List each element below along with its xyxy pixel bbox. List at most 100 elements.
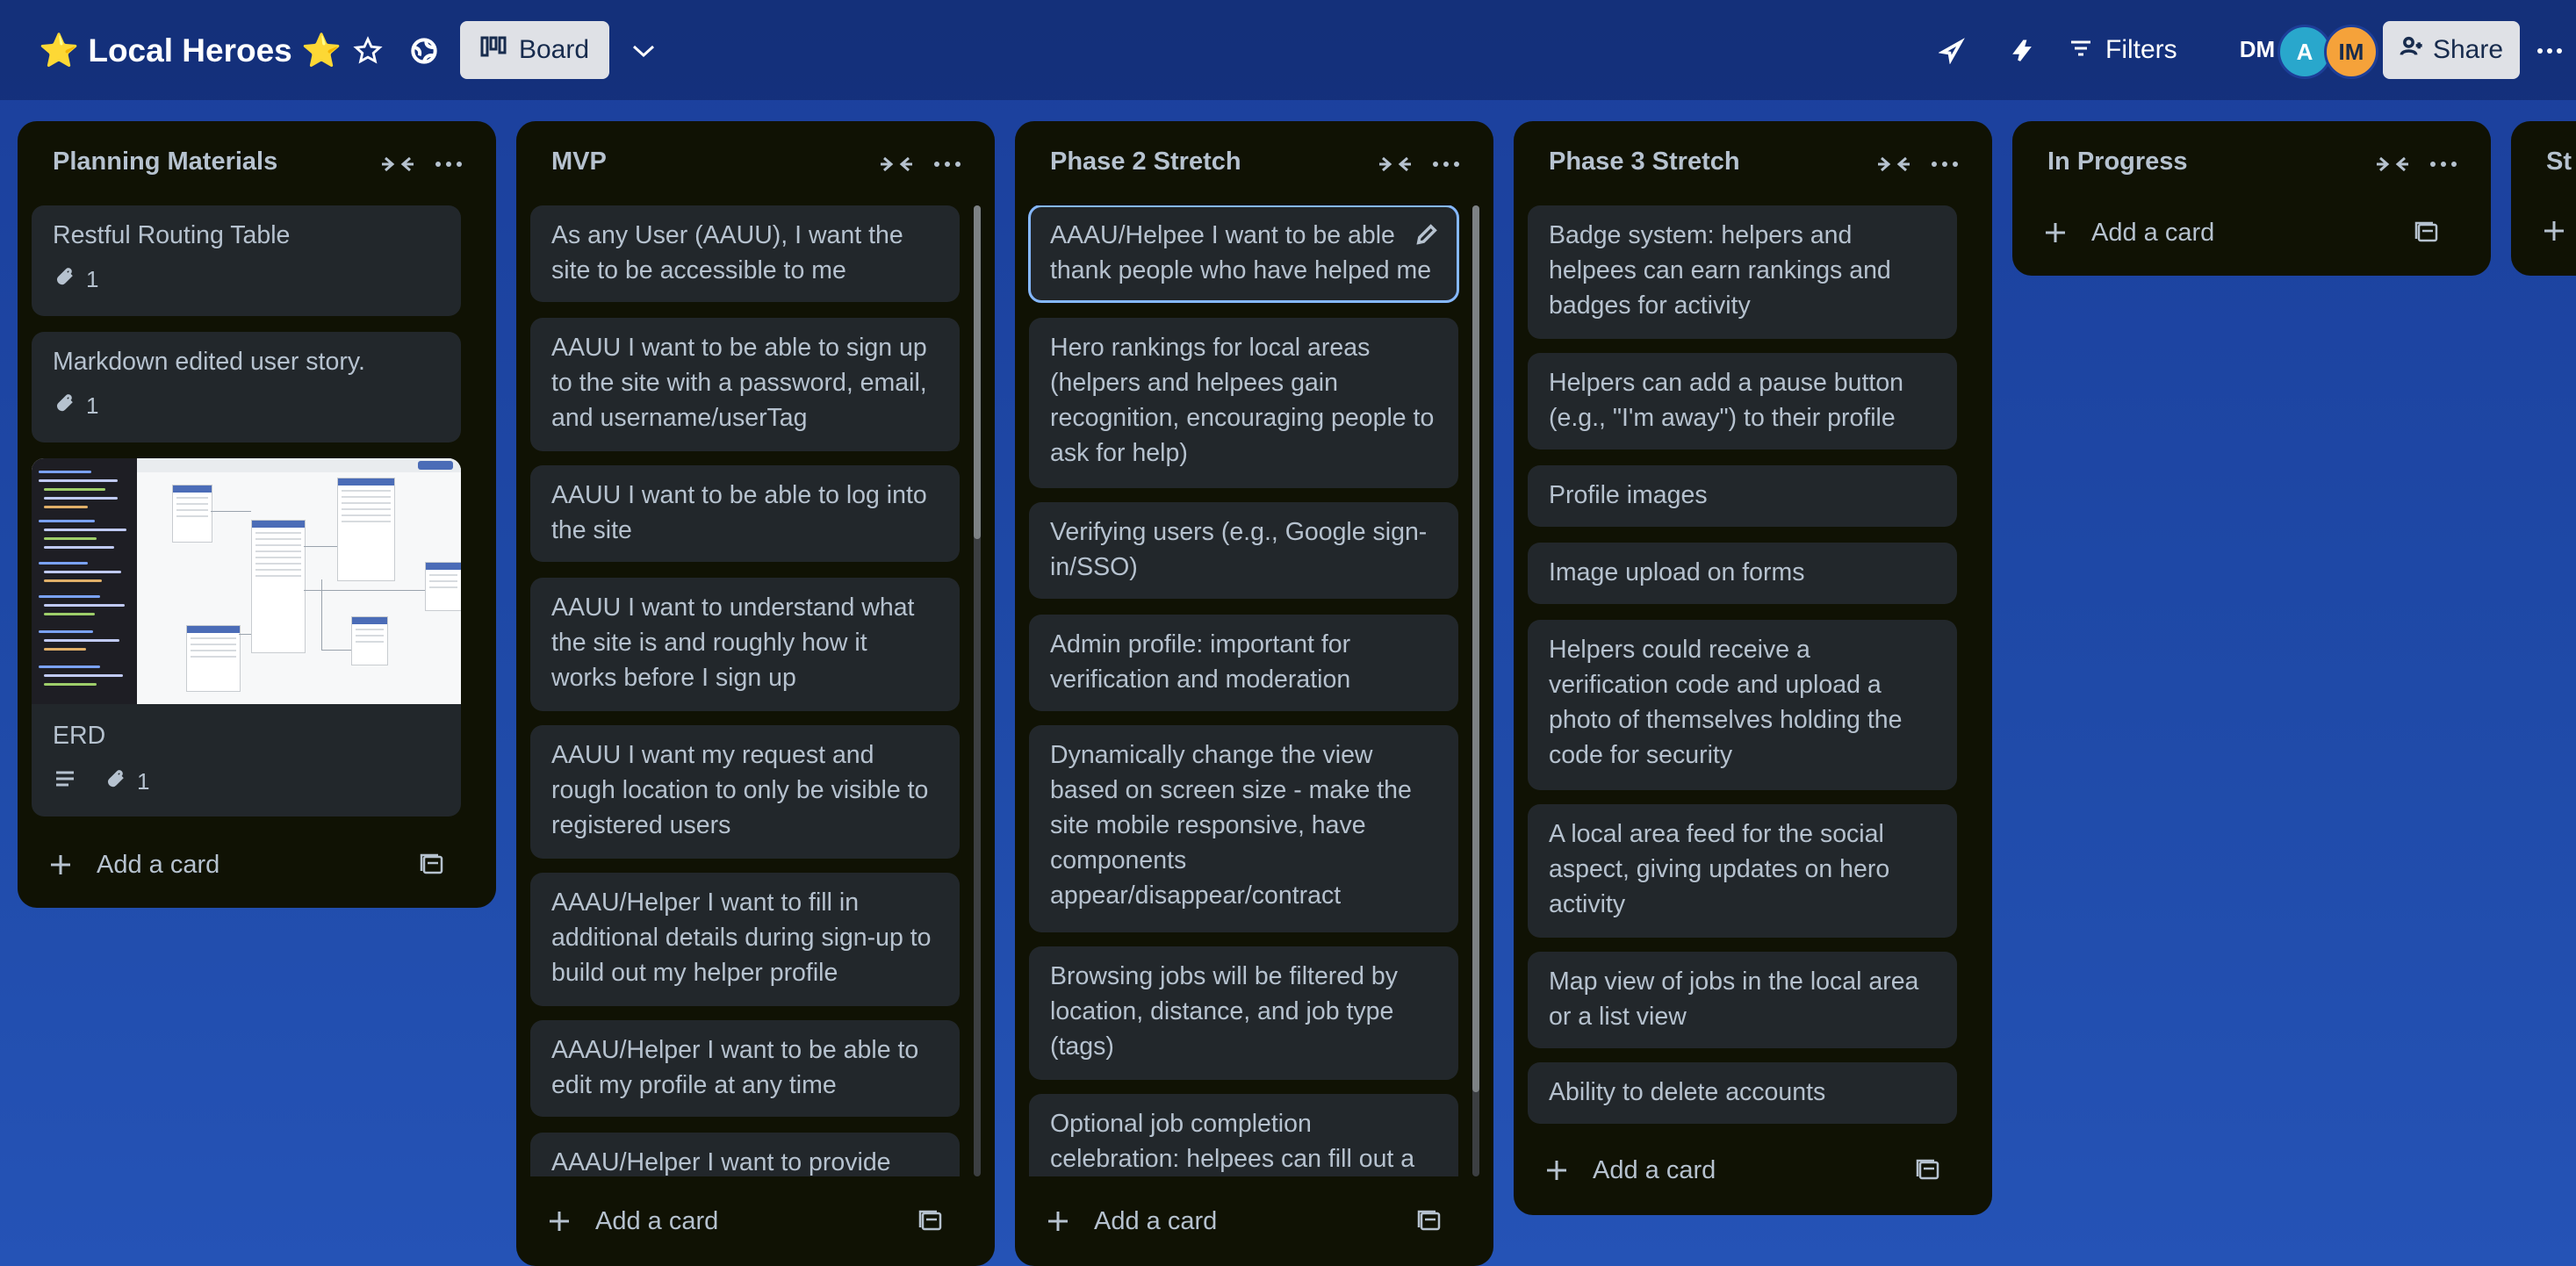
collapse-list-icon[interactable]	[1378, 149, 1413, 179]
list-menu-icon[interactable]	[1428, 149, 1464, 179]
card[interactable]: AAAU/Helper I want to provide	[530, 1133, 960, 1176]
card[interactable]: Badge system: helpers and helpees can ea…	[1528, 205, 1957, 339]
scrollbar-thumb[interactable]	[974, 205, 981, 539]
list-menu-icon[interactable]	[1927, 149, 1962, 179]
list-menu-icon[interactable]	[930, 149, 965, 179]
card-template-icon[interactable]	[419, 852, 447, 880]
card[interactable]: Hero rankings for local areas (helpers a…	[1029, 318, 1458, 488]
chevron-down-icon[interactable]	[622, 29, 666, 73]
card-title: Helpers can add a pause button (e.g., "I…	[1549, 369, 1904, 432]
board-view-button[interactable]: Board	[460, 21, 609, 79]
card[interactable]: Ability to delete accounts	[1528, 1062, 1957, 1124]
card-title: Admin profile: important for verificatio…	[1050, 630, 1351, 694]
card-title: Image upload on forms	[1549, 558, 1805, 586]
card[interactable]: AAUU I want my request and rough locatio…	[530, 725, 960, 859]
add-card-label: Add a card	[97, 850, 220, 879]
scrollbar[interactable]	[974, 205, 981, 1176]
list-header: Phase 2 Stretch	[1015, 121, 1493, 205]
list-planning-materials: Planning Materials Restful Routing Table…	[18, 121, 496, 908]
star-icon[interactable]	[346, 29, 390, 73]
card[interactable]: Profile images	[1528, 465, 1957, 527]
card[interactable]: AAUU I want to understand what the site …	[530, 578, 960, 711]
list-title[interactable]: MVP	[551, 147, 607, 176]
list-title[interactable]: Phase 2 Stretch	[1050, 147, 1241, 176]
card-with-cover[interactable]: ERD 1	[32, 458, 461, 816]
code-editor-thumbnail	[32, 458, 137, 704]
card[interactable]: Image upload on forms	[1528, 543, 1957, 604]
card[interactable]: Helpers could receive a verification cod…	[1528, 620, 1957, 790]
filter-icon	[2069, 35, 2093, 65]
card-title: Badge system: helpers and helpees can ea…	[1549, 221, 1891, 320]
collapse-list-icon[interactable]	[1876, 149, 1911, 179]
card[interactable]: Helpers can add a pause button (e.g., "I…	[1528, 353, 1957, 450]
card-title: AAAU/Helper I want to provide	[551, 1148, 891, 1176]
add-card-button[interactable]: Add a card	[2026, 204, 2456, 262]
description-badge	[53, 764, 77, 799]
card-title: AAUU I want my request and rough locatio…	[551, 741, 929, 839]
scrollbar[interactable]	[1472, 205, 1479, 1176]
share-button[interactable]: Share	[2383, 21, 2520, 79]
filters-button[interactable]: Filters	[2069, 21, 2191, 79]
more-icon[interactable]	[2532, 29, 2567, 73]
card[interactable]: AAUU I want to be able to log into the s…	[530, 465, 960, 562]
edit-pencil-icon[interactable]	[1414, 221, 1441, 248]
card-template-icon[interactable]	[2414, 219, 2442, 248]
collapse-list-icon[interactable]	[879, 149, 914, 179]
member-avatar[interactable]: DM	[2233, 25, 2282, 74]
add-card-button[interactable]: Add a card	[1029, 1192, 1458, 1250]
card-title: AAAU/Helpee I want to be able thank peop…	[1050, 221, 1432, 284]
add-card-button[interactable]: Add a card	[530, 1192, 960, 1250]
card-title: A local area feed for the social aspect,…	[1549, 820, 1890, 918]
card-scroll-area[interactable]: AAAU/Helpee I want to be able thank peop…	[1015, 205, 1493, 1176]
card-template-icon[interactable]	[1915, 1157, 1943, 1185]
card[interactable]: Markdown edited user story. 1	[32, 332, 461, 442]
card[interactable]: Optional job completion celebration: hel…	[1029, 1094, 1458, 1176]
add-card-label: Add a card	[1094, 1206, 1218, 1235]
list-in-progress: In Progress Add a card	[2012, 121, 2491, 276]
list-mvp: MVP As any User (AAUU), I want the site …	[516, 121, 995, 1266]
plus-icon[interactable]	[2543, 219, 2565, 247]
card-template-icon[interactable]	[917, 1208, 946, 1236]
card[interactable]: AAAU/Helpee I want to be able thank peop…	[1028, 205, 1459, 303]
lightning-icon[interactable]	[2000, 29, 2044, 73]
erd-cover-image	[32, 458, 461, 704]
card-title: Profile images	[1549, 481, 1708, 509]
list-title[interactable]: In Progress	[2047, 147, 2188, 176]
card[interactable]: As any User (AAUU), I want the site to b…	[530, 205, 960, 302]
globe-icon[interactable]	[402, 29, 446, 73]
scrollbar-thumb[interactable]	[1472, 205, 1479, 1092]
list-header: MVP	[516, 121, 995, 205]
list-menu-icon[interactable]	[431, 149, 466, 179]
list-title[interactable]: St	[2546, 147, 2572, 176]
rocket-icon[interactable]	[1930, 29, 1974, 73]
card[interactable]: Map view of jobs in the local area or a …	[1528, 952, 1957, 1048]
card[interactable]: AAAU/Helper I want to be able to edit my…	[530, 1020, 960, 1117]
card[interactable]: Admin profile: important for verificatio…	[1029, 615, 1458, 711]
card[interactable]: AAAU/Helper I want to fill in additional…	[530, 873, 960, 1006]
list-title[interactable]: Phase 3 Stretch	[1549, 147, 1740, 176]
card-title: Helpers could receive a verification cod…	[1549, 636, 1903, 769]
card-template-icon[interactable]	[1416, 1208, 1444, 1236]
add-card-button[interactable]: Add a card	[1528, 1141, 1957, 1199]
list-menu-icon[interactable]	[2426, 149, 2461, 179]
board-view-icon	[480, 35, 507, 65]
paperclip-icon	[53, 388, 76, 423]
card[interactable]: Restful Routing Table 1	[32, 205, 461, 316]
plus-icon	[49, 853, 84, 876]
card[interactable]: AAUU I want to be able to sign up to the…	[530, 318, 960, 451]
collapse-list-icon[interactable]	[2375, 149, 2410, 179]
card[interactable]: A local area feed for the social aspect,…	[1528, 804, 1957, 938]
card[interactable]: Browsing jobs will be filtered by locati…	[1029, 946, 1458, 1080]
card-scroll-area[interactable]: As any User (AAUU), I want the site to b…	[516, 205, 995, 1176]
collapse-list-icon[interactable]	[380, 149, 415, 179]
member-avatar[interactable]: IM	[2324, 25, 2378, 79]
description-icon	[53, 764, 77, 799]
card-title: Dynamically change the view based on scr…	[1050, 741, 1412, 910]
card-title: AAAU/Helper I want to fill in additional…	[551, 888, 932, 987]
card[interactable]: Verifying users (e.g., Google sign-in/SS…	[1029, 502, 1458, 599]
card[interactable]: Dynamically change the view based on scr…	[1029, 725, 1458, 932]
board-title[interactable]: ⭐️ Local Heroes ⭐️	[39, 26, 342, 76]
card-title: Optional job completion celebration: hel…	[1050, 1110, 1415, 1173]
add-card-button[interactable]: Add a card	[32, 836, 461, 894]
list-title[interactable]: Planning Materials	[53, 147, 277, 176]
